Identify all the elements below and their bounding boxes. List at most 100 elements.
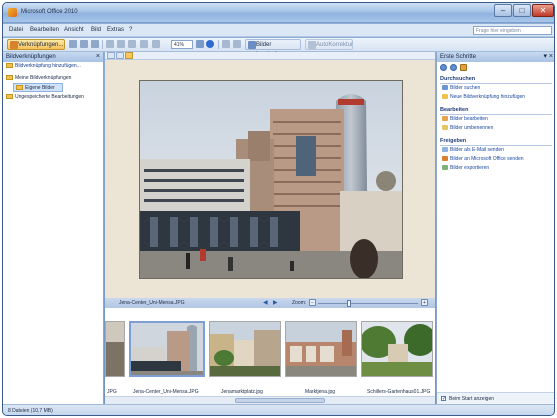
add-shortcut-link[interactable]: Bildverknüpfung hinzufügen... — [6, 63, 81, 69]
forward-icon[interactable] — [450, 64, 457, 71]
autocorrect-icon — [308, 41, 316, 49]
paste-icon[interactable] — [128, 40, 136, 48]
close-icon[interactable]: × — [96, 52, 100, 62]
picture-viewer — [105, 60, 435, 298]
maximize-button[interactable]: □ — [513, 4, 531, 17]
rename-icon — [442, 125, 448, 130]
task-label: Bilder umbenennen — [450, 125, 494, 131]
minimize-button[interactable]: – — [494, 4, 512, 17]
scrollbar-thumb[interactable] — [235, 398, 325, 403]
filmstrip-toolbar: Jena-Center_Uni-Mensa.JPG ◀ ▶ Zoom: − + — [105, 298, 435, 308]
task-rename-pictures[interactable]: Bilder umbenennen — [442, 125, 493, 132]
toolbar: Verknüpfungen... 41% Bilder bearbeiten..… — [3, 38, 554, 58]
task-label: Bilder bearbeiten — [450, 116, 488, 122]
tree-item-unsaved-edits[interactable]: Ungespeicherte Bearbeitungen — [6, 93, 101, 102]
tree-item-label: Ungespeicherte Bearbeitungen — [15, 94, 84, 100]
previous-arrow-icon[interactable]: ◀ — [263, 299, 268, 306]
rotate-left-icon[interactable] — [222, 40, 230, 48]
task-find-pictures[interactable]: Bilder suchen — [442, 85, 480, 92]
save-icon[interactable] — [80, 40, 88, 48]
menu-datei[interactable]: Datei — [9, 27, 23, 33]
picture-viewer-area: Jena-Center_Uni-Mensa.JPG ◀ ▶ Zoom: − + … — [105, 52, 435, 404]
add-folder-icon — [6, 63, 13, 68]
home-icon[interactable] — [460, 64, 467, 71]
filmstrip-scrollbar[interactable] — [105, 396, 435, 404]
office-icon — [442, 156, 448, 161]
task-send-email[interactable]: Bilder als E-Mail senden — [442, 147, 504, 154]
left-pane-header: Bildverknüpfungen × — [3, 52, 103, 62]
thumbnail[interactable] — [361, 321, 433, 377]
search-icon — [442, 85, 448, 90]
shortcut-icon — [10, 41, 18, 49]
thumbnail-selected[interactable] — [129, 321, 205, 377]
zoom-out-icon[interactable]: − — [309, 299, 316, 306]
right-pane-footer: ✓ Beim Start anzeigen — [437, 392, 554, 404]
folder-icon — [16, 85, 23, 90]
menu-bearbeiten[interactable]: Bearbeiten — [30, 27, 59, 33]
next-arrow-icon[interactable]: ▶ — [273, 299, 278, 306]
current-filename: Jena-Center_Uni-Mensa.JPG — [119, 300, 185, 306]
office-logo-icon — [8, 8, 17, 17]
cut-icon[interactable] — [106, 40, 114, 48]
toolbar-separator — [102, 40, 103, 49]
tree-item-my-shortcuts[interactable]: Meine Bildverknüpfungen — [6, 74, 101, 83]
tree-item-my-pictures[interactable]: Eigene Bilder — [13, 83, 63, 92]
main-picture — [139, 80, 403, 279]
task-edit-pictures[interactable]: Bilder bearbeiten — [442, 116, 488, 123]
help-icon[interactable] — [206, 40, 214, 48]
zoom-label: Zoom: — [292, 300, 307, 306]
menu-extras[interactable]: Extras — [107, 27, 124, 33]
thumbnail-label: Jenamarktplatz.jpg — [221, 389, 263, 395]
edit-icon — [442, 116, 448, 121]
menu-bild[interactable]: Bild — [91, 27, 101, 33]
undo-icon[interactable] — [140, 40, 148, 48]
folder-icon — [6, 94, 13, 99]
zoom-select[interactable]: 41% — [171, 40, 193, 49]
task-label: Bilder suchen — [450, 85, 481, 91]
section-share-heading: Freigeben — [440, 138, 467, 144]
open-icon[interactable] — [69, 40, 77, 48]
shortcuts-button[interactable]: Verknüpfungen... — [7, 39, 65, 50]
rotate-right-icon[interactable] — [233, 40, 241, 48]
edit-pictures-button[interactable]: Bilder bearbeiten... — [245, 39, 301, 58]
folder-icon — [6, 75, 13, 80]
picture-shortcuts-pane: Bildverknüpfungen × Bildverknüpfung hinz… — [3, 52, 104, 404]
zoom-dropdown-icon[interactable] — [196, 40, 204, 48]
section-edit-heading: Bearbeiten — [440, 107, 469, 113]
redo-icon[interactable] — [152, 40, 160, 48]
thumbnail-label: Jena-Center_Uni-Mensa.JPG — [133, 389, 199, 395]
show-at-start-label: Beim Start anzeigen — [449, 396, 495, 402]
task-label: Bilder an Microsoft Office senden — [450, 156, 524, 162]
menu-ansicht[interactable]: Ansicht — [64, 27, 84, 33]
thumbnail-view-icon[interactable] — [107, 52, 115, 59]
city-photo-image — [140, 81, 402, 278]
thumbnail-label: Schillers-Gartenhaus01.JPG — [367, 389, 431, 395]
single-picture-view-icon[interactable] — [125, 52, 133, 59]
thumbnail-partial[interactable] — [105, 321, 125, 377]
autocorrect-button[interactable]: AutoKorrektur — [305, 39, 353, 50]
show-at-start-checkbox[interactable]: ✓ — [441, 396, 446, 402]
section-divider — [440, 114, 552, 115]
help-search-input[interactable]: Frage hier eingeben — [473, 26, 552, 35]
window-title: Microsoft Office 2010 — [21, 9, 78, 15]
task-send-to-office[interactable]: Bilder an Microsoft Office senden — [442, 156, 524, 163]
zoom-in-icon[interactable]: + — [421, 299, 428, 306]
export-icon — [442, 165, 448, 170]
menu-help[interactable]: ? — [129, 27, 132, 33]
status-bar: 8 Dateien (10,7 MB) — [3, 404, 554, 415]
folder-add-icon — [442, 94, 448, 99]
back-icon[interactable] — [440, 64, 447, 71]
zoom-slider[interactable] — [318, 303, 418, 304]
zoom-slider-thumb[interactable] — [346, 300, 351, 307]
left-pane-title: Bildverknüpfungen — [6, 54, 56, 60]
close-button[interactable]: ✕ — [532, 4, 554, 17]
print-icon[interactable] — [91, 40, 99, 48]
close-icon[interactable]: ▾ × — [543, 52, 553, 62]
thumbnail[interactable] — [285, 321, 357, 377]
task-add-shortcut[interactable]: Neue Bildverknüpfung hinzufügen — [442, 94, 525, 101]
copy-icon[interactable] — [117, 40, 125, 48]
task-export-pictures[interactable]: Bilder exportieren — [442, 165, 489, 172]
filmstrip-view-icon[interactable] — [116, 52, 124, 59]
title-bar: Microsoft Office 2010 – □ ✕ — [3, 3, 554, 23]
thumbnail[interactable] — [209, 321, 281, 377]
